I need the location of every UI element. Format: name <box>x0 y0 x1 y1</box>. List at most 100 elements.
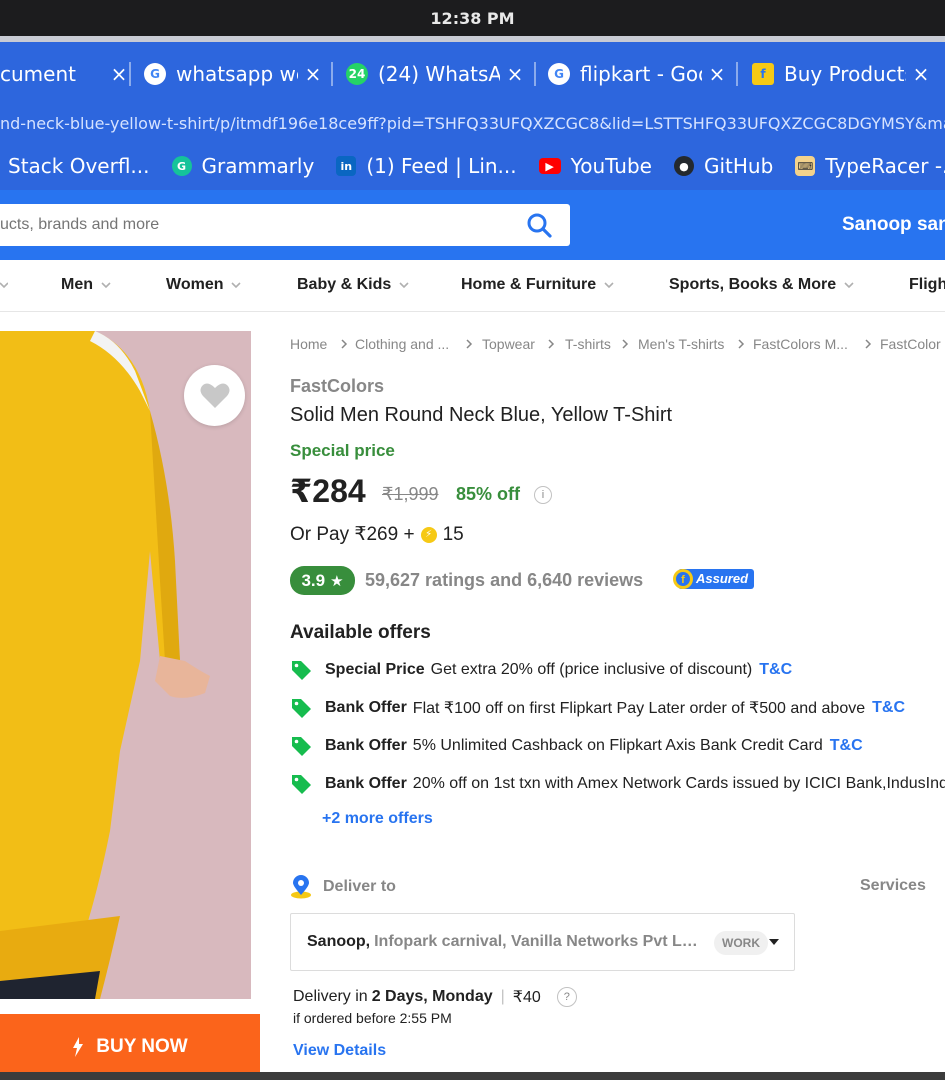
tab-title: cument <box>0 62 76 86</box>
product-title: Solid Men Round Neck Blue, Yellow T-Shir… <box>290 404 673 426</box>
search-icon[interactable] <box>526 212 552 238</box>
lightning-icon <box>73 1037 84 1057</box>
offer-type: Bank Offer <box>325 699 407 716</box>
breadcrumb-item-tshirts[interactable]: T-shirts <box>565 336 611 352</box>
view-details-link[interactable]: View Details <box>293 1042 386 1060</box>
tab-document[interactable]: cument × <box>0 52 130 96</box>
bookmark-label: TypeRacer -... <box>825 154 945 178</box>
offer-text: 5% Unlimited Cashback on Flipkart Axis B… <box>412 737 823 754</box>
close-icon[interactable]: × <box>910 62 932 86</box>
flipkart-assured-badge: f Assured <box>673 569 754 589</box>
close-icon[interactable]: × <box>504 62 526 86</box>
bookmark-youtube[interactable]: ▶ YouTube <box>538 154 652 178</box>
delivery-estimate: Delivery in 2 Days, Monday | ₹40 ? <box>293 987 577 1007</box>
rating-badge[interactable]: 3.9 ★ <box>290 566 355 595</box>
site-header: Sanoop san <box>0 190 945 260</box>
tab-flipkart-product[interactable]: f Buy Products × <box>752 52 932 96</box>
breadcrumb-item-home[interactable]: Home <box>290 336 327 352</box>
discount-percent: 85% off <box>456 484 521 504</box>
supercoin-icon: ⚡ <box>420 526 437 543</box>
account-menu[interactable]: Sanoop san <box>842 214 945 236</box>
tab-whatsapp-search[interactable]: G whatsapp we × <box>144 52 324 96</box>
star-icon: ★ <box>330 572 344 590</box>
breadcrumb-item-clothing[interactable]: Clothing and ... <box>355 336 449 352</box>
bottom-edge <box>0 1072 945 1080</box>
bookmark-typeracer[interactable]: ⌨ TypeRacer -... <box>795 154 945 178</box>
chevron-right-icon <box>341 339 348 349</box>
tab-divider <box>331 62 333 86</box>
supercoin-count: 15 <box>442 523 464 545</box>
offer-tnc-link[interactable]: T&C <box>830 737 863 755</box>
tab-flipkart-search[interactable]: G flipkart - Goo × <box>548 52 728 96</box>
breadcrumb-item-fastcolors-men[interactable]: FastColors M... <box>753 336 848 352</box>
rating-value: 3.9 <box>301 570 326 590</box>
ratings-reviews-count[interactable]: 59,627 ratings and 6,640 reviews <box>365 570 643 591</box>
offer-tnc-link[interactable]: T&C <box>872 699 905 717</box>
bookmark-grammarly[interactable]: G Grammarly <box>171 154 315 178</box>
tab-title: flipkart - Goo <box>580 62 702 86</box>
category-baby-kids[interactable]: Baby & Kids <box>297 276 409 294</box>
location-pin-icon <box>291 875 311 899</box>
selling-price: ₹284 <box>290 473 366 509</box>
typeracer-icon: ⌨ <box>795 156 816 176</box>
available-offers-heading: Available offers <box>290 622 431 643</box>
deliver-to-label: Deliver to <box>323 878 396 895</box>
offer-tag-icon <box>292 699 311 718</box>
breadcrumb: Home Clothing and ... Topwear T-shirts M… <box>290 336 945 356</box>
tab-divider <box>736 62 738 86</box>
wishlist-button[interactable] <box>184 365 245 426</box>
product-image[interactable] <box>0 331 251 999</box>
offer-tnc-link[interactable]: T&C <box>759 661 792 679</box>
close-icon[interactable]: × <box>302 62 324 86</box>
divider: | <box>500 988 505 1005</box>
category-flights[interactable]: Fligh <box>909 276 945 294</box>
more-offers-link[interactable]: +2 more offers <box>322 810 433 828</box>
buy-now-label: BUY NOW <box>96 1036 188 1057</box>
offer-item: Bank Offer 5% Unlimited Cashback on Flip… <box>290 734 863 758</box>
category-men[interactable]: Men <box>61 276 111 294</box>
address-name: Sanoop, <box>307 933 371 950</box>
url-text: nd-neck-blue-yellow-t-shirt/p/itmdf196e1… <box>0 113 945 133</box>
chevron-right-icon <box>548 339 555 349</box>
address-selector[interactable]: Sanoop, Infopark carnival, Vanilla Netwo… <box>290 913 795 971</box>
info-icon[interactable]: i <box>534 486 552 504</box>
search-box <box>0 204 570 246</box>
address-bar[interactable]: nd-neck-blue-yellow-t-shirt/p/itmdf196e1… <box>0 104 945 142</box>
search-input[interactable] <box>0 205 500 245</box>
google-icon: G <box>548 63 570 85</box>
bookmark-label: Grammarly <box>201 154 315 178</box>
offer-tag-icon <box>292 661 311 680</box>
bookmark-github[interactable]: ● GitHub <box>673 154 773 178</box>
category-label: Fligh <box>909 276 945 293</box>
tshirt-photo <box>0 331 251 999</box>
close-icon[interactable]: × <box>108 62 130 86</box>
category-women[interactable]: Women <box>166 276 242 294</box>
category-home-furniture[interactable]: Home & Furniture <box>461 276 614 294</box>
breadcrumb-item-mens-tshirts[interactable]: Men's T-shirts <box>638 336 724 352</box>
help-icon[interactable]: ? <box>556 987 577 1007</box>
supercoin-price: Or Pay ₹269 + ⚡ 15 <box>290 523 464 546</box>
category-label: Sports, Books & More <box>669 276 837 293</box>
chevron-right-icon <box>466 339 473 349</box>
deliver-to-heading: Deliver to <box>290 875 396 899</box>
buy-now-button[interactable]: BUY NOW <box>0 1014 260 1080</box>
original-price: ₹1,999 <box>382 484 439 504</box>
tab-divider <box>534 62 536 86</box>
bookmark-linkedin[interactable]: in (1) Feed | Lin... <box>336 154 517 178</box>
svg-text:f: f <box>681 574 685 586</box>
category-label: Home & Furniture <box>461 276 597 293</box>
address-line: Infopark carnival, Vanilla Networks Pvt … <box>374 933 701 950</box>
address-type-badge: WORK <box>714 931 768 955</box>
tab-whatsapp[interactable]: 24 (24) WhatsAp × <box>346 52 526 96</box>
chevron-right-icon <box>738 339 745 349</box>
offer-item: Bank Offer Flat ₹100 off on first Flipka… <box>290 696 905 720</box>
close-icon[interactable]: × <box>706 62 728 86</box>
breadcrumb-item-topwear[interactable]: Topwear <box>482 336 535 352</box>
chevron-down-icon <box>101 282 111 289</box>
youtube-icon: ▶ <box>538 158 561 174</box>
chevron-right-icon <box>865 339 872 349</box>
bookmark-stackoverflow[interactable]: Stack Overfl... <box>8 154 150 178</box>
category-nav: Men Women Baby & Kids Home & Furniture S… <box>0 260 945 312</box>
category-sports-books[interactable]: Sports, Books & More <box>669 276 854 294</box>
product-brand[interactable]: FastColors <box>290 376 384 397</box>
